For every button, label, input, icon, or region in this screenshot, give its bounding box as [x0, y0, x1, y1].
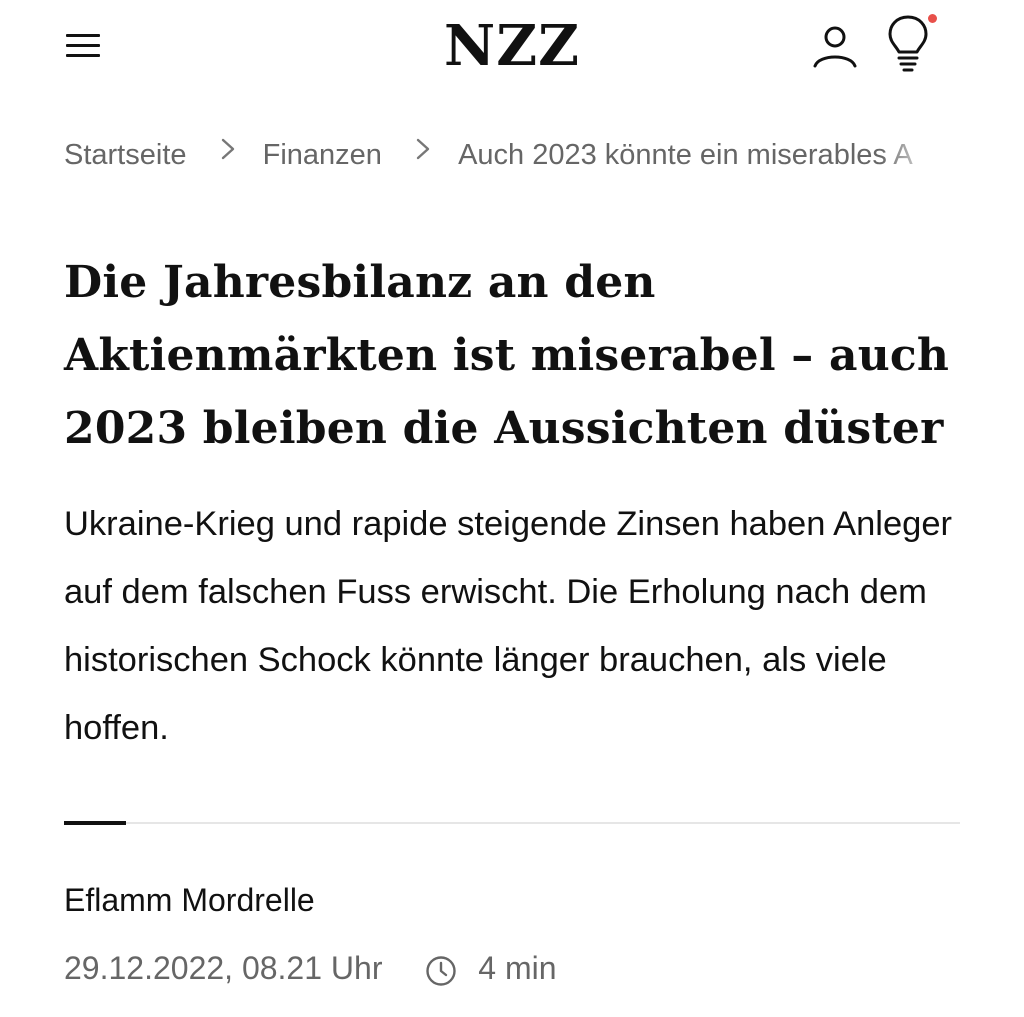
nzz-logo[interactable]: NZZ [0, 12, 1024, 80]
notification-dot [928, 14, 937, 23]
article-author[interactable]: Eflamm Mordrelle [64, 876, 315, 924]
divider-accent [64, 821, 126, 825]
breadcrumb-item-finanzen[interactable]: Finanzen [263, 135, 382, 175]
read-time: 4 min [478, 950, 557, 986]
article-meta: 29.12.2022, 08.21 Uhr 4 min [64, 944, 557, 992]
chevron-right-icon [410, 134, 436, 173]
clock-icon [425, 952, 457, 986]
publish-date: 29.12.2022, 08.21 Uhr [64, 950, 383, 986]
article-lead: Ukraine-Krieg und rapide steigende Zinse… [64, 505, 953, 747]
breadcrumb-fade [880, 130, 964, 180]
site-header: NZZ [0, 0, 1024, 100]
breadcrumb-item-startseite[interactable]: Startseite [64, 135, 187, 175]
chevron-right-icon [215, 134, 241, 173]
divider [64, 822, 960, 824]
article-headline: Die Jahresbilanz an den Aktienmärkten is… [64, 257, 950, 454]
breadcrumb: Startseite Finanzen Auch 2023 könnte ein… [64, 134, 964, 178]
user-icon[interactable] [810, 22, 860, 72]
breadcrumb-item-current[interactable]: Auch 2023 könnte ein miserables A [458, 135, 913, 175]
